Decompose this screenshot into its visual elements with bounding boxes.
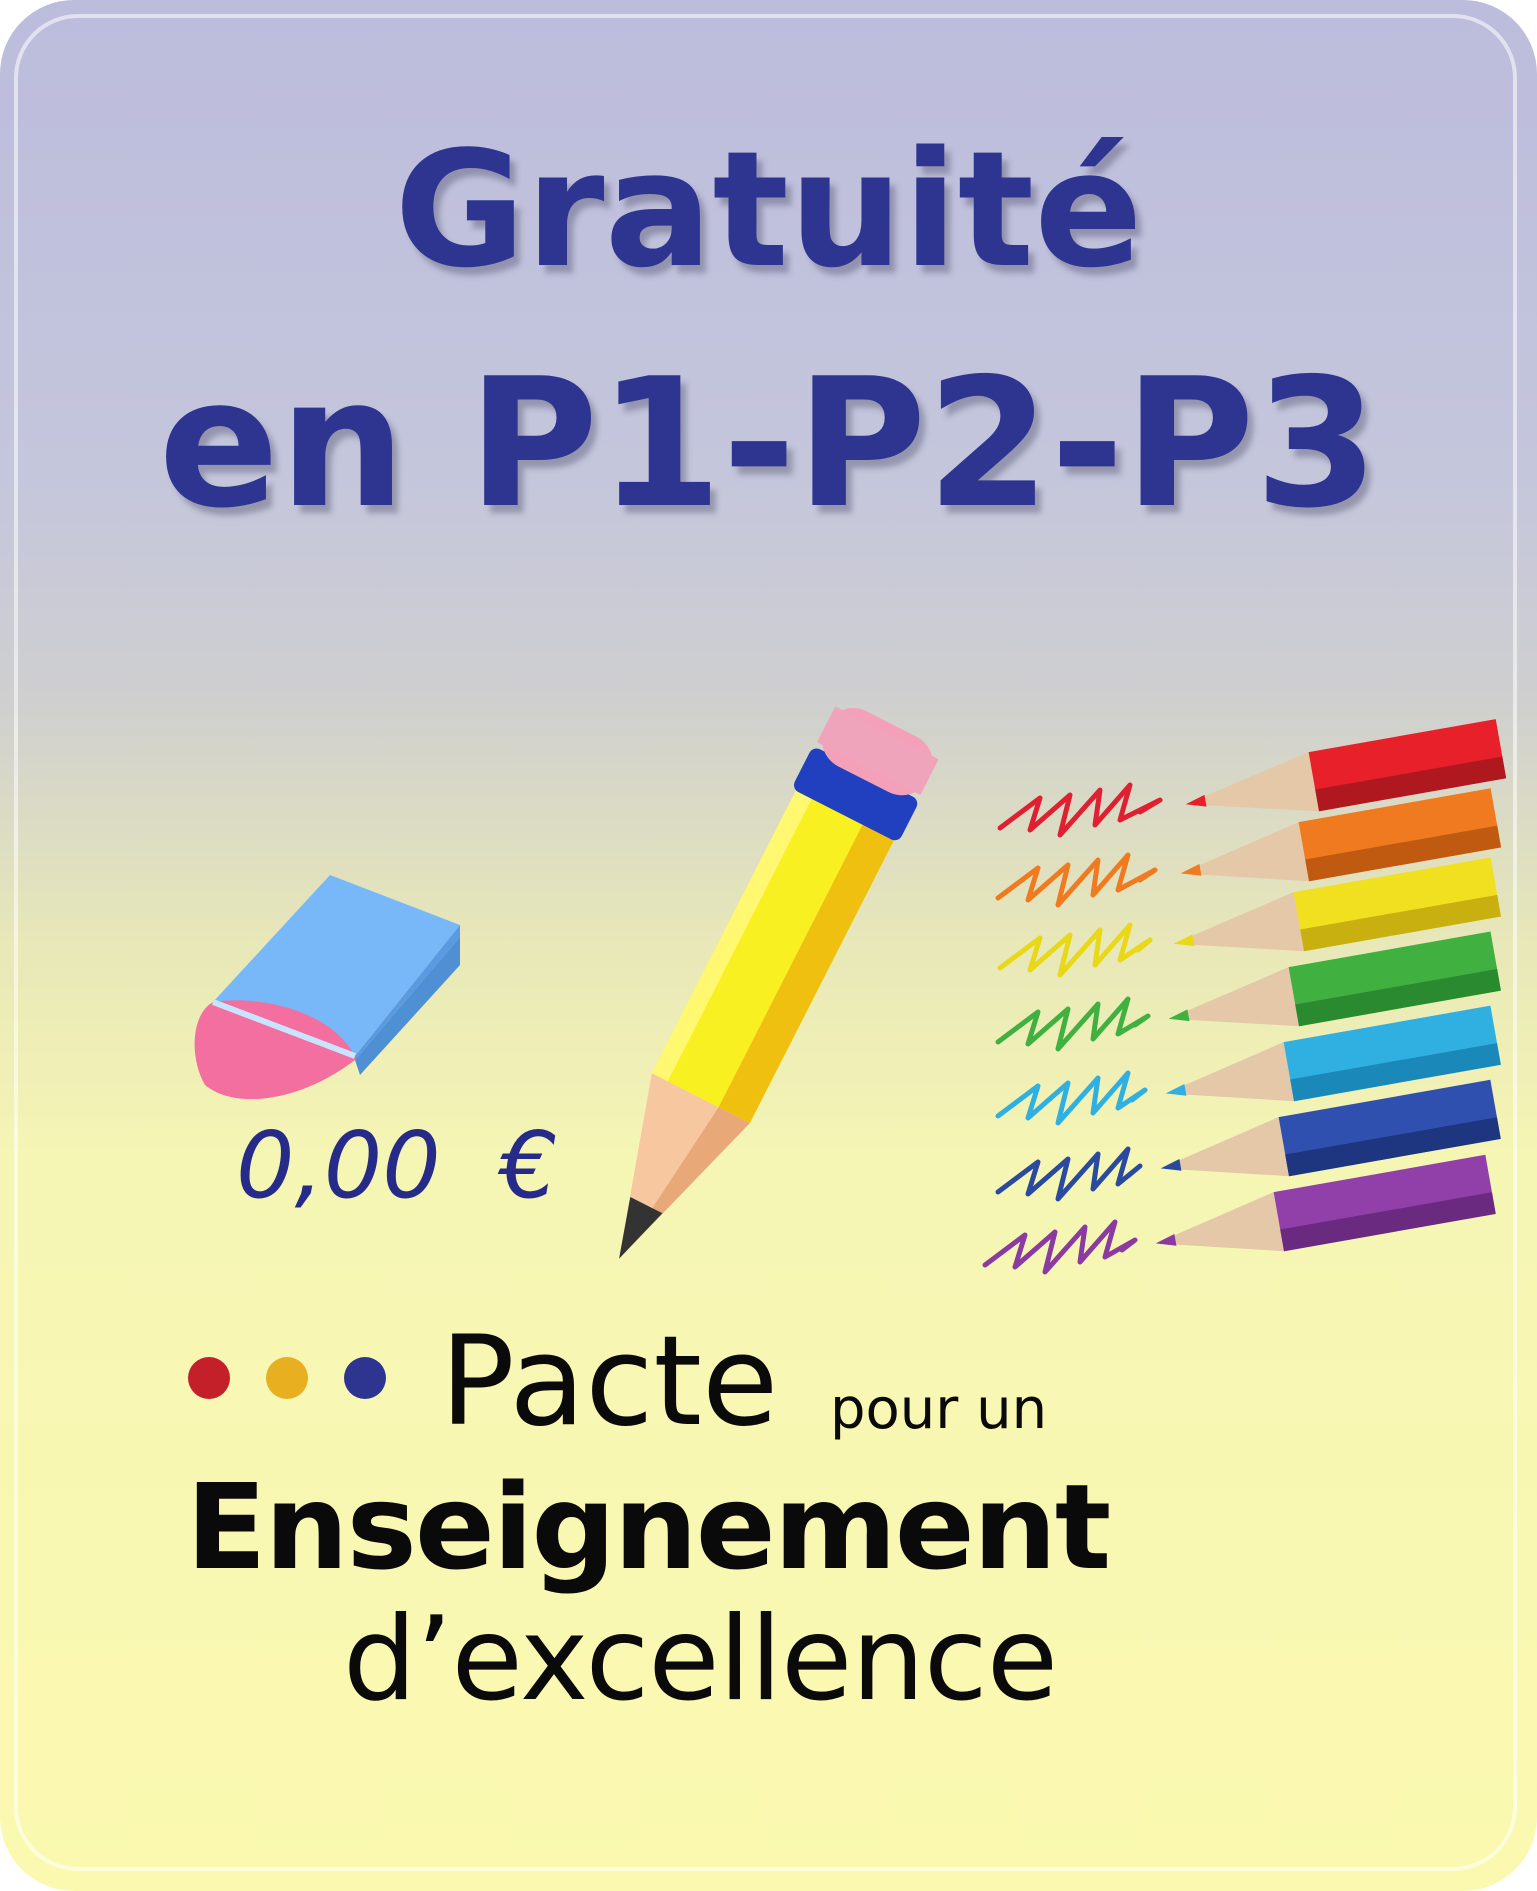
logo-dot-red bbox=[188, 1357, 230, 1399]
logo-dot-blue bbox=[344, 1357, 386, 1399]
price-label: 0,00 € bbox=[236, 1112, 558, 1219]
logo-dots bbox=[188, 1357, 388, 1401]
logo-pour-un: pour un bbox=[830, 1377, 1048, 1442]
logo-pacte: Pacte bbox=[440, 1310, 779, 1454]
flyer-card: Gratuité en P1-P2-P3 0,00 € Pacte pour u… bbox=[0, 0, 1537, 1891]
eraser-icon bbox=[194, 875, 460, 1100]
logo-dot-yellow bbox=[266, 1357, 308, 1399]
logo-excellence: d’excellence bbox=[343, 1592, 1058, 1727]
pencil-icon bbox=[619, 706, 939, 1259]
logo-enseignement: Enseignement bbox=[186, 1458, 1111, 1596]
colored-pencils-icon bbox=[982, 719, 1507, 1275]
